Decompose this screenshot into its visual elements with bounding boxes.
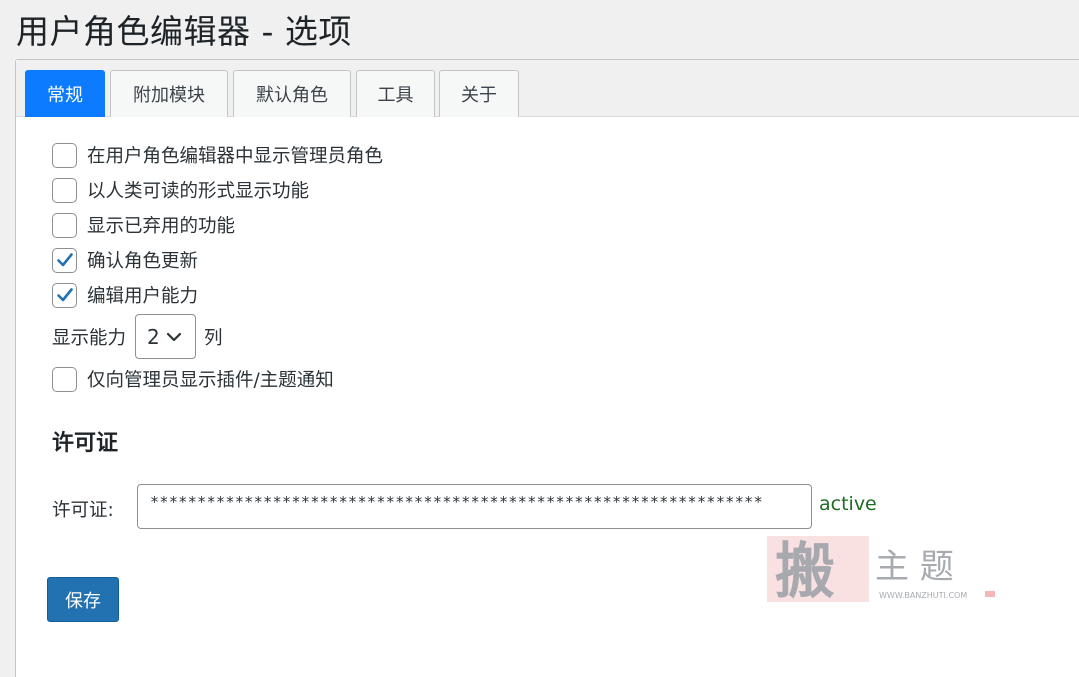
option-confirm-role-update: 确认角色更新 — [52, 247, 198, 273]
option-label: 仅向管理员显示插件/主题通知 — [87, 370, 334, 391]
checkbox-confirm-role-update[interactable] — [52, 247, 77, 273]
tab-addons[interactable]: 附加模块 — [110, 70, 228, 117]
license-heading: 许可证 — [52, 431, 119, 456]
license-status: active — [819, 493, 877, 515]
option-show-admin-role: 在用户角色编辑器中显示管理员角色 — [52, 142, 383, 168]
option-label: 以人类可读的形式显示功能 — [87, 181, 310, 202]
option-admin-only-notices: 仅向管理员显示插件/主题通知 — [52, 366, 334, 392]
license-key-input[interactable]: ****************************************… — [137, 484, 812, 529]
caps-columns-select[interactable]: 2 — [135, 314, 197, 359]
option-show-deprecated: 显示已弃用的功能 — [52, 212, 235, 238]
option-label: 显示已弃用的功能 — [87, 216, 236, 237]
page-title: 用户角色编辑器 - 选项 — [16, 12, 352, 51]
tab-tools[interactable]: 工具 — [356, 70, 435, 117]
checkmark-icon — [56, 288, 73, 302]
license-label: 许可证: — [52, 500, 114, 521]
checkmark-icon — [56, 253, 73, 267]
checkbox-human-readable[interactable] — [52, 177, 77, 203]
save-button[interactable]: 保存 — [47, 577, 119, 622]
checkbox-edit-user-caps[interactable] — [52, 282, 77, 308]
option-label: 在用户角色编辑器中显示管理员角色 — [87, 146, 384, 167]
svg-text:搬: 搬 — [775, 537, 835, 606]
option-human-readable: 以人类可读的形式显示功能 — [52, 177, 309, 203]
caps-columns-label: 显示能力 — [52, 327, 127, 349]
option-label: 编辑用户能力 — [87, 286, 199, 307]
chevron-down-icon — [166, 332, 181, 341]
checkbox-show-admin-role[interactable] — [52, 142, 77, 168]
checkbox-admin-only-notices[interactable] — [52, 366, 77, 392]
svg-text:主 题: 主 题 — [875, 547, 954, 587]
watermark-logo: 搬 主 题 WWW.BANZHUTI.COM — [767, 536, 995, 606]
caps-columns-suffix: 列 — [204, 327, 223, 349]
checkbox-show-deprecated[interactable] — [52, 212, 77, 238]
option-edit-user-caps: 编辑用户能力 — [52, 282, 198, 308]
caps-columns-row: 显示能力 2 列 — [52, 314, 223, 359]
tab-bar: 常规 附加模块 默认角色 工具 关于 — [16, 60, 1079, 117]
tab-general[interactable]: 常规 — [25, 70, 105, 117]
option-label: 确认角色更新 — [87, 251, 199, 272]
tab-default-roles[interactable]: 默认角色 — [233, 70, 351, 117]
options-panel: 常规 附加模块 默认角色 工具 关于 在用户角色编辑器中显示管理员角色 以人类可… — [15, 59, 1079, 677]
caps-columns-value: 2 — [147, 324, 160, 349]
svg-text:WWW.BANZHUTI.COM: WWW.BANZHUTI.COM — [879, 591, 967, 600]
tab-about[interactable]: 关于 — [439, 70, 519, 117]
